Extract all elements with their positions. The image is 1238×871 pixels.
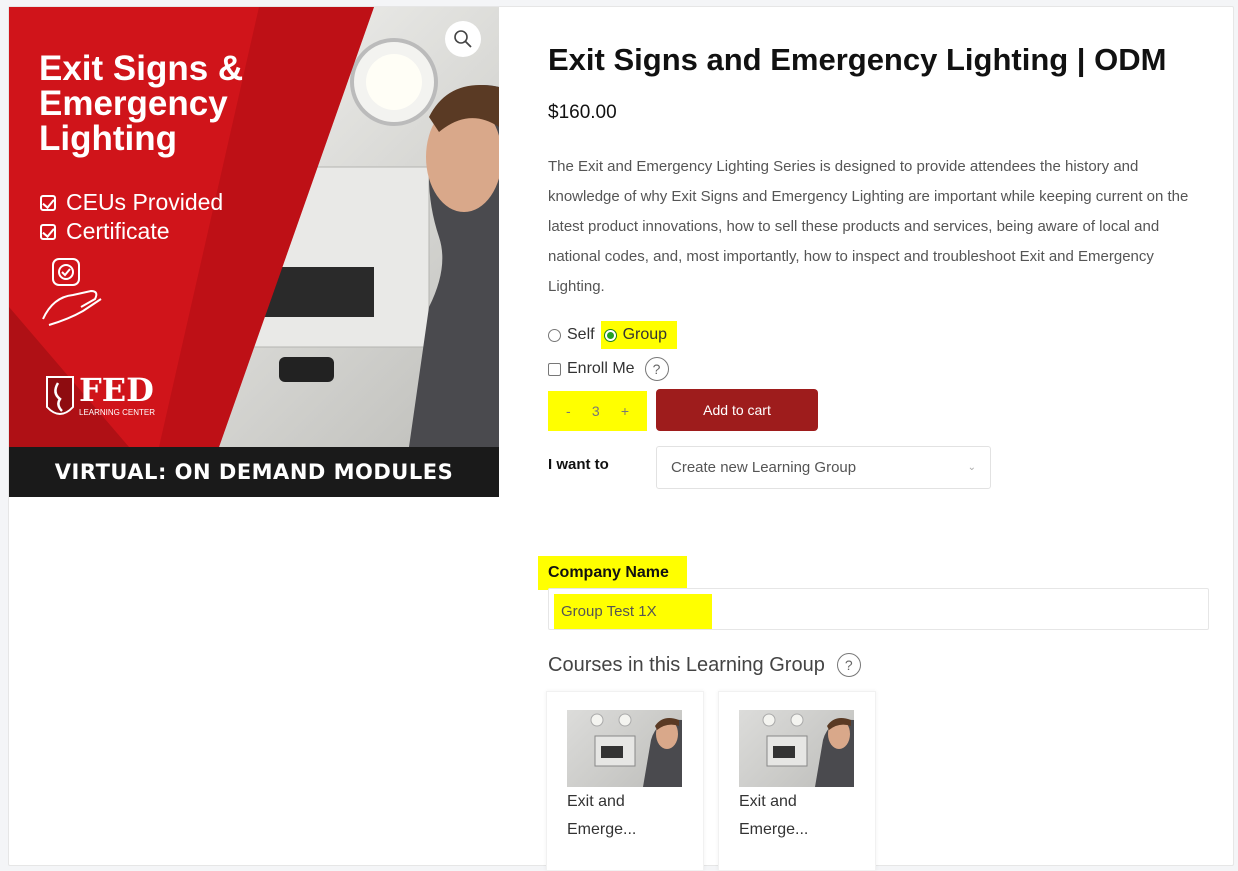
quantity-decrease-button[interactable]: - [566, 403, 571, 419]
enrollment-type-options: Self Group [548, 321, 678, 349]
course-thumbnail [567, 710, 682, 787]
checkbox-icon [40, 194, 56, 211]
option-self[interactable]: Self [548, 321, 601, 349]
image-title: Exit Signs & Emergency Lighting [39, 49, 244, 158]
quantity-value[interactable]: 3 [592, 403, 600, 419]
quantity-stepper: - 3 + [548, 391, 647, 431]
search-icon [454, 30, 472, 48]
course-card[interactable]: Exit and Emerge... [546, 691, 704, 871]
image-bullet-certificate: Certificate [40, 218, 170, 245]
radio-group[interactable] [603, 328, 617, 342]
product-description: The Exit and Emergency Lighting Series i… [548, 158, 1189, 295]
course-card[interactable]: Exit and Emerge... [718, 691, 876, 871]
image-banner: VIRTUAL: ON DEMAND MODULES [9, 447, 499, 497]
product-page: Exit Signs & Emergency Lighting CEUs Pro… [8, 6, 1234, 871]
course-name: Exit and Emerge... [567, 793, 637, 838]
enroll-me-row: Enroll Me ? [548, 357, 669, 381]
company-name-label: Company Name [538, 556, 687, 590]
i-want-to-select[interactable]: Create new Learning Group ⌄ [656, 446, 991, 489]
company-name-value[interactable]: Group Test 1X [554, 594, 712, 629]
product-title: Exit Signs and Emergency Lighting | ODM [548, 42, 1167, 77]
course-name: Exit and Emerge... [739, 793, 809, 838]
enroll-me-checkbox[interactable] [548, 362, 561, 376]
product-price: $160.00 [548, 102, 617, 123]
i-want-to-value: Create new Learning Group [671, 459, 857, 476]
question-icon[interactable]: ? [836, 653, 861, 677]
question-icon[interactable]: ? [644, 357, 669, 381]
option-group[interactable]: Group [600, 321, 678, 349]
i-want-to-label: I want to [548, 456, 609, 473]
radio-self[interactable] [548, 328, 561, 342]
image-bullet-ceus: CEUs Provided [40, 189, 223, 216]
enroll-me-label: Enroll Me [567, 360, 635, 377]
add-to-cart-button[interactable]: Add to cart [656, 389, 818, 431]
courses-heading: Courses in this Learning Group ? [548, 653, 861, 677]
chevron-down-icon: ⌄ [967, 462, 976, 473]
zoom-button[interactable] [445, 21, 481, 57]
quantity-increase-button[interactable]: + [621, 403, 629, 419]
checkbox-icon [40, 223, 56, 240]
fed-logo: FED LEARNING CENTER [79, 371, 156, 417]
course-thumbnail [739, 710, 854, 787]
product-image[interactable]: Exit Signs & Emergency Lighting CEUs Pro… [9, 7, 499, 497]
